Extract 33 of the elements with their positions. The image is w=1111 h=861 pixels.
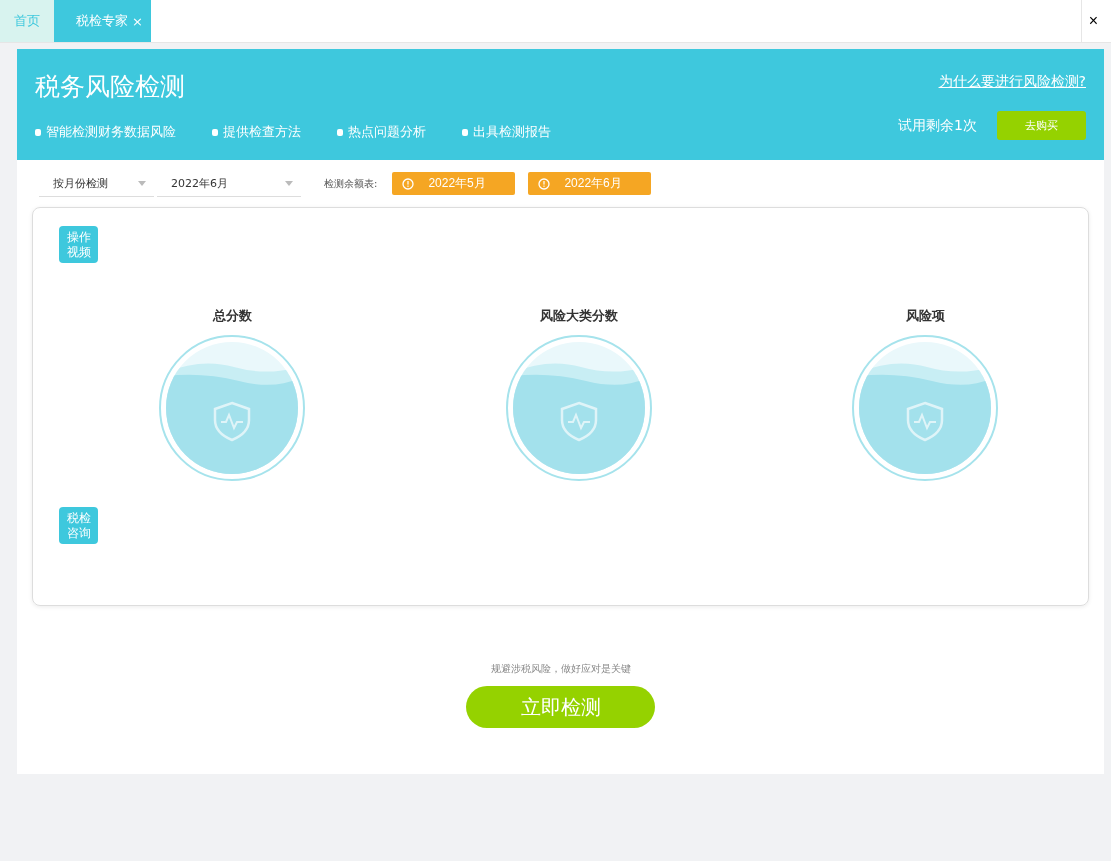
bullet-icon xyxy=(337,128,343,136)
video-button[interactable]: 操作 视频 xyxy=(59,226,98,263)
bullet-icon xyxy=(462,128,468,136)
gauge-title: 风险大类分数 xyxy=(539,307,618,325)
warning-icon xyxy=(402,177,415,190)
feature-text: 热点问题分析 xyxy=(348,123,426,141)
tab-label: 税检专家 xyxy=(76,12,128,30)
month-select[interactable]: 2022年6月 xyxy=(157,170,301,197)
feature-text: 出具检测报告 xyxy=(473,123,551,141)
balance-month-button[interactable]: 2022年6月 xyxy=(528,172,652,195)
mode-select[interactable]: 按月份检测 xyxy=(39,170,154,197)
gauge-title: 总分数 xyxy=(212,307,252,325)
tab[interactable]: 税检专家 × xyxy=(54,0,151,42)
caret-icon xyxy=(285,180,293,186)
balance-label: 检测余额表: xyxy=(324,176,378,191)
buy-button[interactable]: 去购买 xyxy=(997,111,1086,140)
page-title: 税务风险检测 xyxy=(35,71,186,103)
tab[interactable]: 首页 xyxy=(0,0,54,42)
trial-remaining: 试用剩余1次 xyxy=(898,116,977,135)
caret-icon xyxy=(138,180,146,186)
feature-text: 智能检测财务数据风险 xyxy=(46,123,176,141)
gauge-title: 风险项 xyxy=(905,307,945,325)
start-check-button[interactable]: 立即检测 xyxy=(466,686,655,728)
consult-button[interactable]: 税检 咨询 xyxy=(59,507,98,544)
slogan-text: 规避涉税风险，做好应对是关键 xyxy=(490,662,631,676)
warning-icon xyxy=(538,177,551,190)
feature-text: 提供检查方法 xyxy=(223,123,301,141)
tab-label: 首页 xyxy=(14,12,40,30)
bullet-icon xyxy=(35,128,41,136)
balance-month-button[interactable]: 2022年5月 xyxy=(392,172,516,195)
bullet-icon xyxy=(212,128,218,136)
tab-close-button[interactable]: × xyxy=(132,13,143,29)
help-link[interactable]: 为什么要进行风险检测? xyxy=(938,73,1086,91)
